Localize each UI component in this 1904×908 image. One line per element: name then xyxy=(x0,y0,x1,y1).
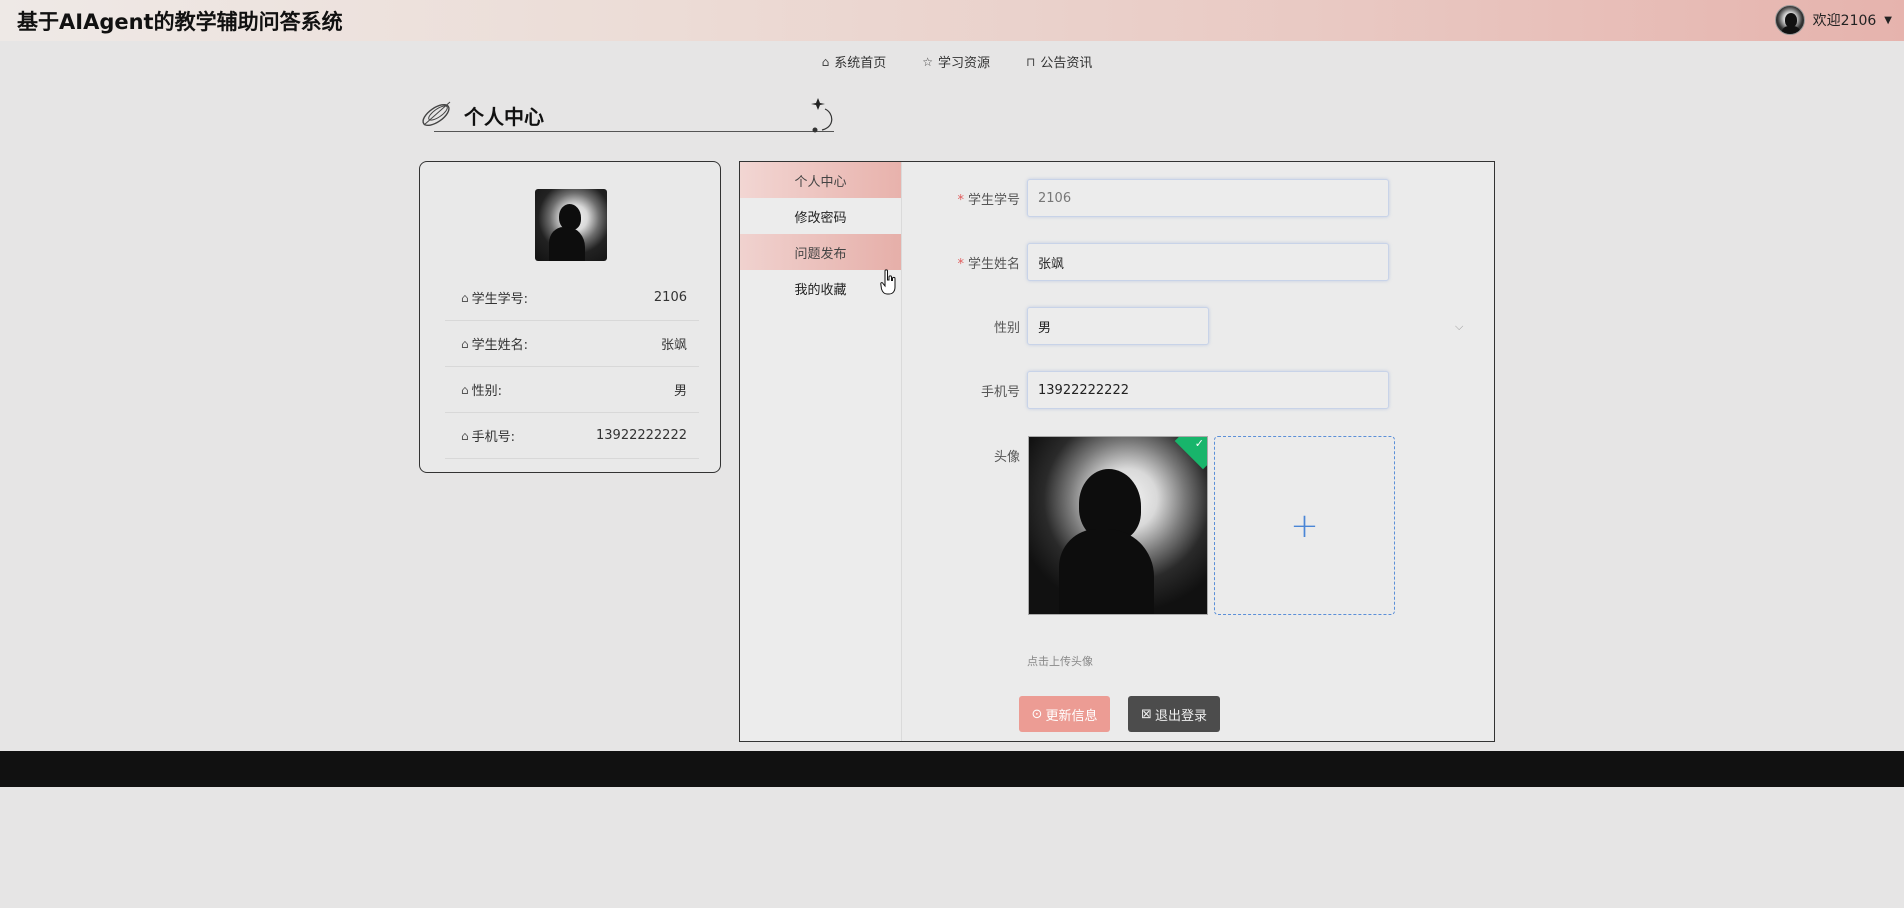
footer-bar xyxy=(0,751,1904,787)
student-name-input[interactable]: 张飒 xyxy=(1027,243,1389,281)
info-value: 13922222222 xyxy=(596,428,687,443)
check-icon: ✓ xyxy=(1194,437,1204,450)
logout-button[interactable]: ⊠ 退出登录 xyxy=(1128,696,1220,732)
avatar-body-shape xyxy=(549,227,585,261)
user-menu[interactable]: 欢迎2106 ▼ xyxy=(1774,3,1892,37)
side-menu: 个人中心 修改密码 问题发布 我的收藏 xyxy=(740,162,902,741)
nav-item-resources[interactable]: ☆ 学习资源 xyxy=(922,52,990,72)
update-info-button[interactable]: ⊙ 更新信息 xyxy=(1019,696,1110,732)
info-row-gender: ⌂ 性别: 男 xyxy=(445,367,699,413)
nav-item-announcements[interactable]: ⊓ 公告资讯 xyxy=(1026,52,1092,72)
avatar-preview[interactable]: ✓ xyxy=(1028,436,1208,615)
button-label[interactable]: 更新信息 xyxy=(1045,705,1097,724)
info-value: 男 xyxy=(673,384,687,399)
info-row-student-name: ⌂ 学生姓名: 张飒 xyxy=(445,321,699,367)
top-header: 基于AIAgent的教学辅助问答系统 欢迎2106 ▼ xyxy=(0,0,1904,41)
hand-cursor-icon xyxy=(880,269,896,295)
form-label-student-name: * 学生姓名 xyxy=(905,253,1020,272)
gender-select[interactable]: 男 xyxy=(1027,307,1209,345)
home-icon: ⌂ xyxy=(461,428,469,443)
star-icon: ☆ xyxy=(922,54,933,69)
label-text: 学生姓名 xyxy=(967,257,1020,272)
form-label-phone: 手机号 xyxy=(980,385,1020,400)
nav-item-label[interactable]: 公告资讯 xyxy=(1040,52,1092,71)
form-label-gender: 性别 xyxy=(993,321,1020,336)
student-id-input[interactable]: 2106 xyxy=(1027,179,1389,217)
profile-card: ⌂ 学生学号: 2106 ⌂ 学生姓名: 张飒 ⌂ 性别: 男 ⌂ 手机号: 13922… xyxy=(419,161,721,473)
info-label-student-id: ⌂ 学生学号: xyxy=(461,288,529,308)
home-icon: ⌂ xyxy=(461,382,469,397)
check-circle-icon: ⊙ xyxy=(1031,706,1043,722)
menu-item-change-password[interactable]: 修改密码 xyxy=(740,198,901,234)
info-label-text: 学生姓名: xyxy=(471,338,529,353)
button-label[interactable]: 退出登录 xyxy=(1155,705,1207,724)
nav-item-home[interactable]: ⌂ 系统首页 xyxy=(821,52,887,72)
phone-input[interactable]: 13922222222 xyxy=(1027,371,1389,409)
welcome-text[interactable]: 欢迎2106 xyxy=(1813,10,1877,30)
upload-hint: 点击上传头像 xyxy=(1027,655,1093,668)
profile-avatar xyxy=(535,189,607,261)
profile-info-list: ⌂ 学生学号: 2106 ⌂ 学生姓名: 张飒 ⌂ 性别: 男 ⌂ 手机号: 13922… xyxy=(445,275,699,459)
plus-icon: + xyxy=(1290,505,1319,546)
menu-item-my-favorites[interactable]: 我的收藏 xyxy=(740,270,901,306)
info-label-gender: ⌂ 性别: xyxy=(461,380,503,400)
avatar-body-shape xyxy=(1059,529,1154,614)
caret-down-icon[interactable]: ▼ xyxy=(1884,15,1892,26)
avatar-upload-box[interactable]: + xyxy=(1214,436,1395,615)
info-label-text: 性别: xyxy=(471,384,503,399)
close-square-icon: ⊠ xyxy=(1141,706,1152,722)
bag-icon: ⊓ xyxy=(1026,54,1036,69)
info-label-text: 学生学号: xyxy=(471,292,529,307)
title-underline xyxy=(434,131,834,132)
home-icon: ⌂ xyxy=(821,54,830,69)
required-mark: * xyxy=(957,257,964,272)
form-label-avatar: 头像 xyxy=(993,450,1020,465)
chevron-down-icon[interactable]: ⌵ xyxy=(1455,320,1463,334)
page-title: 个人中心 xyxy=(464,105,544,129)
info-value: 2106 xyxy=(653,290,687,305)
home-icon: ⌂ xyxy=(461,290,469,305)
label-text: 学生学号 xyxy=(967,193,1020,208)
info-row-phone: ⌂ 手机号: 13922222222 xyxy=(445,413,699,459)
menu-item-personal-center[interactable]: 个人中心 xyxy=(740,162,901,198)
nav-item-label[interactable]: 系统首页 xyxy=(834,52,886,71)
info-row-student-id: ⌂ 学生学号: 2106 xyxy=(445,275,699,321)
info-label-student-name: ⌂ 学生姓名: xyxy=(461,334,529,354)
user-avatar[interactable] xyxy=(1774,5,1805,35)
required-mark: * xyxy=(957,193,964,208)
section-header: 个人中心 xyxy=(420,95,845,140)
main-nav: ⌂ 系统首页 ☆ 学习资源 ⊓ 公告资讯 xyxy=(0,52,1904,72)
form-label-student-id: * 学生学号 xyxy=(905,189,1020,208)
app-title: 基于AIAgent的教学辅助问答系统 xyxy=(17,10,343,34)
home-icon: ⌂ xyxy=(461,336,469,351)
nav-item-label[interactable]: 学习资源 xyxy=(938,52,990,71)
info-label-phone: ⌂ 手机号: xyxy=(461,426,516,446)
info-label-text: 手机号: xyxy=(471,430,516,445)
sparkle-swirl-icon xyxy=(811,98,833,133)
menu-item-post-question[interactable]: 问题发布 xyxy=(740,234,901,270)
feather-pen-icon xyxy=(422,101,451,127)
info-value: 张飒 xyxy=(660,338,687,353)
